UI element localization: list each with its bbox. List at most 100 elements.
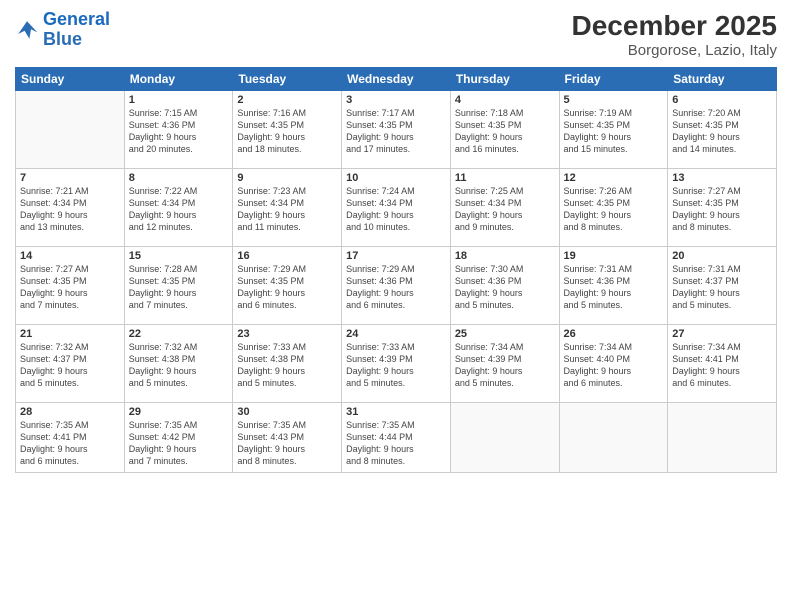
weekday-tuesday: Tuesday <box>233 68 342 91</box>
calendar-cell: 20Sunrise: 7:31 AM Sunset: 4:37 PM Dayli… <box>668 247 777 325</box>
calendar-cell <box>450 403 559 473</box>
day-number: 31 <box>346 406 446 418</box>
calendar-cell: 23Sunrise: 7:33 AM Sunset: 4:38 PM Dayli… <box>233 325 342 403</box>
day-content: Sunrise: 7:18 AM Sunset: 4:35 PM Dayligh… <box>455 107 555 156</box>
day-number: 20 <box>672 250 772 262</box>
day-number: 23 <box>237 328 337 340</box>
calendar-cell: 30Sunrise: 7:35 AM Sunset: 4:43 PM Dayli… <box>233 403 342 473</box>
calendar-cell: 6Sunrise: 7:20 AM Sunset: 4:35 PM Daylig… <box>668 91 777 169</box>
calendar-cell: 12Sunrise: 7:26 AM Sunset: 4:35 PM Dayli… <box>559 169 668 247</box>
day-content: Sunrise: 7:34 AM Sunset: 4:39 PM Dayligh… <box>455 341 555 390</box>
logo-line1: General <box>43 9 110 29</box>
calendar-cell: 26Sunrise: 7:34 AM Sunset: 4:40 PM Dayli… <box>559 325 668 403</box>
day-number: 24 <box>346 328 446 340</box>
calendar-cell <box>559 403 668 473</box>
weekday-saturday: Saturday <box>668 68 777 91</box>
day-content: Sunrise: 7:21 AM Sunset: 4:34 PM Dayligh… <box>20 185 120 234</box>
day-content: Sunrise: 7:27 AM Sunset: 4:35 PM Dayligh… <box>672 185 772 234</box>
day-content: Sunrise: 7:29 AM Sunset: 4:36 PM Dayligh… <box>346 263 446 312</box>
day-number: 11 <box>455 172 555 184</box>
calendar-cell: 25Sunrise: 7:34 AM Sunset: 4:39 PM Dayli… <box>450 325 559 403</box>
calendar-cell: 1Sunrise: 7:15 AM Sunset: 4:36 PM Daylig… <box>124 91 233 169</box>
calendar-cell: 31Sunrise: 7:35 AM Sunset: 4:44 PM Dayli… <box>342 403 451 473</box>
day-content: Sunrise: 7:33 AM Sunset: 4:38 PM Dayligh… <box>237 341 337 390</box>
weekday-monday: Monday <box>124 68 233 91</box>
week-row-0: 1Sunrise: 7:15 AM Sunset: 4:36 PM Daylig… <box>16 91 777 169</box>
day-content: Sunrise: 7:29 AM Sunset: 4:35 PM Dayligh… <box>237 263 337 312</box>
day-number: 6 <box>672 94 772 106</box>
month-title: December 2025 <box>572 10 777 42</box>
day-number: 8 <box>129 172 229 184</box>
day-content: Sunrise: 7:26 AM Sunset: 4:35 PM Dayligh… <box>564 185 664 234</box>
location-title: Borgorose, Lazio, Italy <box>572 42 777 59</box>
day-content: Sunrise: 7:31 AM Sunset: 4:37 PM Dayligh… <box>672 263 772 312</box>
week-row-2: 14Sunrise: 7:27 AM Sunset: 4:35 PM Dayli… <box>16 247 777 325</box>
page: General Blue December 2025 Borgorose, La… <box>0 0 792 612</box>
day-content: Sunrise: 7:17 AM Sunset: 4:35 PM Dayligh… <box>346 107 446 156</box>
logo: General Blue <box>15 10 110 50</box>
day-number: 5 <box>564 94 664 106</box>
day-content: Sunrise: 7:27 AM Sunset: 4:35 PM Dayligh… <box>20 263 120 312</box>
week-row-3: 21Sunrise: 7:32 AM Sunset: 4:37 PM Dayli… <box>16 325 777 403</box>
weekday-header-row: SundayMondayTuesdayWednesdayThursdayFrid… <box>16 68 777 91</box>
day-number: 12 <box>564 172 664 184</box>
day-number: 13 <box>672 172 772 184</box>
calendar-cell: 24Sunrise: 7:33 AM Sunset: 4:39 PM Dayli… <box>342 325 451 403</box>
day-number: 21 <box>20 328 120 340</box>
day-number: 28 <box>20 406 120 418</box>
calendar-cell: 2Sunrise: 7:16 AM Sunset: 4:35 PM Daylig… <box>233 91 342 169</box>
calendar-cell: 18Sunrise: 7:30 AM Sunset: 4:36 PM Dayli… <box>450 247 559 325</box>
calendar-cell: 16Sunrise: 7:29 AM Sunset: 4:35 PM Dayli… <box>233 247 342 325</box>
day-content: Sunrise: 7:24 AM Sunset: 4:34 PM Dayligh… <box>346 185 446 234</box>
day-content: Sunrise: 7:31 AM Sunset: 4:36 PM Dayligh… <box>564 263 664 312</box>
day-content: Sunrise: 7:35 AM Sunset: 4:42 PM Dayligh… <box>129 419 229 468</box>
weekday-thursday: Thursday <box>450 68 559 91</box>
day-content: Sunrise: 7:35 AM Sunset: 4:41 PM Dayligh… <box>20 419 120 468</box>
day-number: 15 <box>129 250 229 262</box>
day-content: Sunrise: 7:15 AM Sunset: 4:36 PM Dayligh… <box>129 107 229 156</box>
calendar-cell: 13Sunrise: 7:27 AM Sunset: 4:35 PM Dayli… <box>668 169 777 247</box>
day-content: Sunrise: 7:35 AM Sunset: 4:43 PM Dayligh… <box>237 419 337 468</box>
header: General Blue December 2025 Borgorose, La… <box>15 10 777 59</box>
weekday-wednesday: Wednesday <box>342 68 451 91</box>
calendar-cell: 19Sunrise: 7:31 AM Sunset: 4:36 PM Dayli… <box>559 247 668 325</box>
day-content: Sunrise: 7:20 AM Sunset: 4:35 PM Dayligh… <box>672 107 772 156</box>
day-content: Sunrise: 7:25 AM Sunset: 4:34 PM Dayligh… <box>455 185 555 234</box>
calendar-cell: 3Sunrise: 7:17 AM Sunset: 4:35 PM Daylig… <box>342 91 451 169</box>
logo-icon <box>15 18 39 42</box>
day-content: Sunrise: 7:34 AM Sunset: 4:41 PM Dayligh… <box>672 341 772 390</box>
day-number: 16 <box>237 250 337 262</box>
calendar-cell: 8Sunrise: 7:22 AM Sunset: 4:34 PM Daylig… <box>124 169 233 247</box>
day-content: Sunrise: 7:16 AM Sunset: 4:35 PM Dayligh… <box>237 107 337 156</box>
calendar-cell: 17Sunrise: 7:29 AM Sunset: 4:36 PM Dayli… <box>342 247 451 325</box>
logo-text: General Blue <box>43 10 110 50</box>
day-content: Sunrise: 7:35 AM Sunset: 4:44 PM Dayligh… <box>346 419 446 468</box>
calendar-table: SundayMondayTuesdayWednesdayThursdayFrid… <box>15 67 777 473</box>
weekday-sunday: Sunday <box>16 68 125 91</box>
calendar-cell: 9Sunrise: 7:23 AM Sunset: 4:34 PM Daylig… <box>233 169 342 247</box>
weekday-friday: Friday <box>559 68 668 91</box>
week-row-1: 7Sunrise: 7:21 AM Sunset: 4:34 PM Daylig… <box>16 169 777 247</box>
day-number: 25 <box>455 328 555 340</box>
day-number: 30 <box>237 406 337 418</box>
calendar-cell: 22Sunrise: 7:32 AM Sunset: 4:38 PM Dayli… <box>124 325 233 403</box>
calendar-cell: 7Sunrise: 7:21 AM Sunset: 4:34 PM Daylig… <box>16 169 125 247</box>
day-content: Sunrise: 7:32 AM Sunset: 4:37 PM Dayligh… <box>20 341 120 390</box>
calendar-cell: 15Sunrise: 7:28 AM Sunset: 4:35 PM Dayli… <box>124 247 233 325</box>
day-content: Sunrise: 7:30 AM Sunset: 4:36 PM Dayligh… <box>455 263 555 312</box>
day-content: Sunrise: 7:34 AM Sunset: 4:40 PM Dayligh… <box>564 341 664 390</box>
calendar-cell: 14Sunrise: 7:27 AM Sunset: 4:35 PM Dayli… <box>16 247 125 325</box>
calendar-cell: 29Sunrise: 7:35 AM Sunset: 4:42 PM Dayli… <box>124 403 233 473</box>
day-number: 18 <box>455 250 555 262</box>
day-number: 9 <box>237 172 337 184</box>
calendar-cell: 27Sunrise: 7:34 AM Sunset: 4:41 PM Dayli… <box>668 325 777 403</box>
calendar-cell <box>16 91 125 169</box>
calendar-cell: 28Sunrise: 7:35 AM Sunset: 4:41 PM Dayli… <box>16 403 125 473</box>
week-row-4: 28Sunrise: 7:35 AM Sunset: 4:41 PM Dayli… <box>16 403 777 473</box>
day-number: 10 <box>346 172 446 184</box>
day-number: 17 <box>346 250 446 262</box>
logo-line2: Blue <box>43 29 82 49</box>
calendar-cell: 4Sunrise: 7:18 AM Sunset: 4:35 PM Daylig… <box>450 91 559 169</box>
day-number: 3 <box>346 94 446 106</box>
day-number: 2 <box>237 94 337 106</box>
